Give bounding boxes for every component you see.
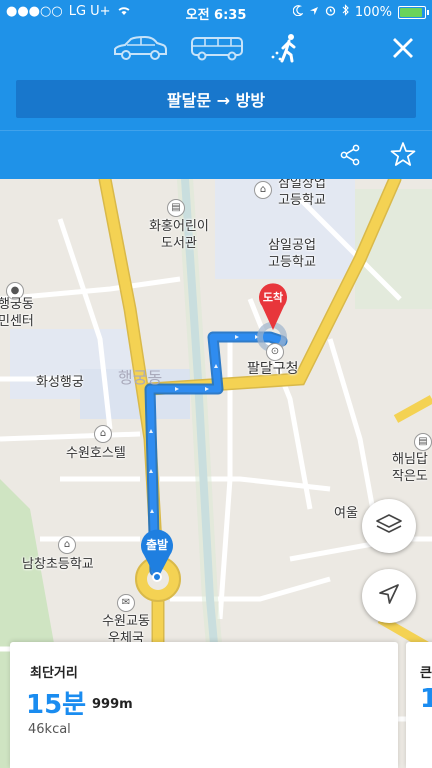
poi-haenggung-dong-area: 행궁동 (118, 368, 163, 387)
arrival-label: 도착 (262, 291, 284, 304)
poi-suwon-hostel: 수원호스텔 (66, 446, 126, 461)
poi-samil-technical-school: 삼일공업 고등학교 (268, 238, 316, 270)
close-button[interactable] (386, 30, 420, 70)
bluetooth-icon (342, 4, 349, 20)
bus-icon (188, 34, 246, 66)
poi-paldal-gu-office: 팔달구청 (247, 361, 299, 377)
arrival-pin[interactable]: 도착 (257, 280, 289, 332)
route-actions (0, 130, 432, 180)
school-icon-elementary: ⌂ (58, 536, 76, 554)
departure-pin[interactable]: 출발 (138, 525, 176, 583)
hostel-icon: ⌂ (94, 425, 112, 443)
route-option-card-next[interactable]: 큰 1 (406, 642, 432, 768)
battery-icon (398, 5, 429, 19)
share-button[interactable] (334, 141, 366, 173)
location-arrow-icon (309, 5, 319, 20)
poi-hwaseong-haenggung: 화성행궁 (36, 375, 84, 390)
close-icon (392, 37, 414, 63)
battery-level (400, 7, 422, 17)
school-icon: ⌂ (254, 181, 272, 199)
transport-mode-tabs (0, 28, 432, 72)
battery-percent: 100% (354, 4, 392, 20)
route-option-title-next: 큰 (420, 666, 432, 681)
tab-walk[interactable] (257, 28, 321, 72)
poi-haenggung-community-center: 행궁동 민센터 (0, 297, 34, 329)
walk-icon (269, 33, 309, 67)
poi-haenim-library: 해님답 작은도 (392, 452, 428, 484)
poi-samil-commercial-school: 삼일상업 고등학교 (278, 179, 326, 208)
moon-icon (292, 4, 304, 20)
poi-yeoul: 여울 (334, 506, 358, 521)
current-location-button[interactable] (362, 569, 416, 623)
route-duration-next: 1 (420, 684, 432, 714)
poi-hwahong-library: 화홍어린이 도서관 (149, 219, 209, 251)
car-icon (111, 34, 169, 66)
share-icon (339, 144, 361, 170)
route-duration: 15분 (26, 690, 87, 720)
post-office-icon: ✉ (117, 594, 135, 612)
tab-bus[interactable] (185, 28, 249, 72)
departure-label: 출발 (145, 538, 169, 552)
gu-office-icon: ⊙ (266, 343, 284, 361)
alarm-icon (325, 5, 336, 20)
status-bar: ●●●○○ LG U+ 오전 6:35 100% (0, 0, 432, 24)
navigation-arrow-icon (377, 582, 401, 610)
library-icon: ▤ (167, 199, 185, 217)
route-option-card-shortest[interactable]: 최단거리 15분 999m 46kcal (10, 642, 398, 768)
poi-namchang-elementary: 남창초등학교 (22, 557, 94, 572)
favorite-button[interactable] (386, 139, 420, 173)
map-layers-button[interactable] (362, 499, 416, 553)
star-icon (390, 141, 416, 171)
library-icon-haenim: ▤ (414, 433, 432, 451)
route-summary[interactable]: 팔달문 → 방방 (16, 80, 416, 118)
route-calories: 46kcal (28, 722, 71, 737)
route-option-title: 최단거리 (30, 666, 78, 681)
header: ●●●○○ LG U+ 오전 6:35 100% 팔달문 → 방방 (0, 0, 432, 179)
tab-car[interactable] (108, 28, 172, 72)
layers-icon (375, 512, 403, 540)
route-distance: 999m (92, 697, 133, 712)
